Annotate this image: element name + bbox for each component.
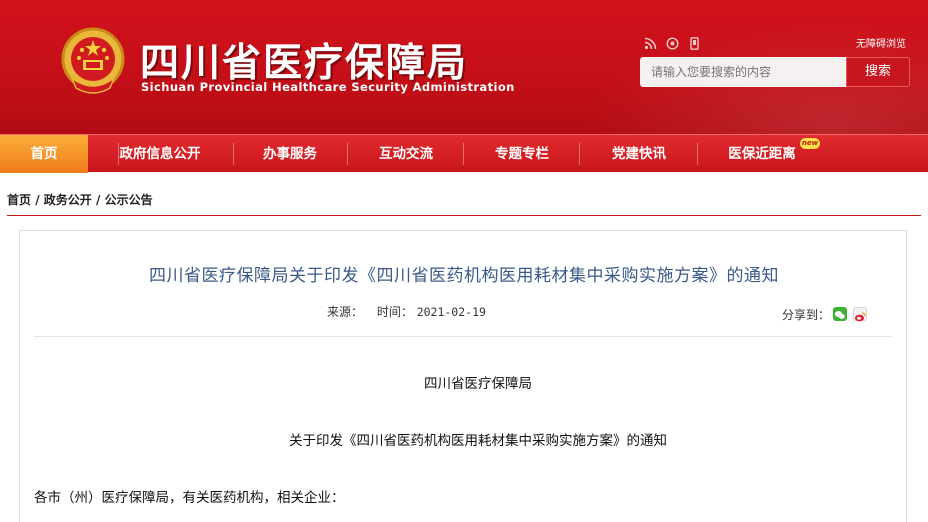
publish-date: 2021-02-19 xyxy=(416,305,486,319)
breadcrumb: 首页 / 政务公开 / 公示公告 xyxy=(7,191,153,208)
accessible-browse-link[interactable]: 无障碍浏览 xyxy=(856,35,906,50)
main-nav: 首页 政府信息公开 办事服务 互动交流 专题专栏 党建快讯 医保近距离 xyxy=(0,134,928,173)
nav-divider xyxy=(347,143,348,165)
source-label: 来源： xyxy=(327,305,364,319)
nav-item-services[interactable]: 办事服务 xyxy=(240,135,340,173)
article-title: 四川省医疗保障局关于印发《四川省医药机构医用耗材集中采购实施方案》的通知 xyxy=(149,266,779,286)
share-label: 分享到： xyxy=(782,308,831,322)
mobile-icon[interactable] xyxy=(688,37,701,50)
article-meta: 来源： 时间： 2021-02-19 xyxy=(327,303,486,320)
nav-item-insurance-close[interactable]: 医保近距离 xyxy=(712,135,812,173)
document-salutation: 各市（州）医疗保障局，有关医药机构，相关企业： xyxy=(34,490,345,506)
nav-divider xyxy=(579,143,580,165)
breadcrumb-divider xyxy=(7,215,921,216)
breadcrumb-separator: / xyxy=(95,193,101,207)
document-subject: 关于印发《四川省医药机构医用耗材集中采购实施方案》的通知 xyxy=(289,433,667,449)
nav-item-party-news[interactable]: 党建快讯 xyxy=(589,135,689,173)
rss-icon[interactable] xyxy=(644,37,657,50)
site-header: 四川省医疗保障局 Sichuan Provincial Healthcare S… xyxy=(0,0,928,134)
new-badge: new xyxy=(800,138,820,149)
time-label: 时间： xyxy=(376,305,413,319)
breadcrumb-announcements[interactable]: 公示公告 xyxy=(105,191,153,208)
nav-divider xyxy=(697,143,698,165)
search-button[interactable]: 搜索 xyxy=(846,57,910,87)
nav-item-gov-info[interactable]: 政府信息公开 xyxy=(108,135,212,173)
article-divider xyxy=(34,336,892,337)
document-org: 四川省医疗保障局 xyxy=(424,376,532,392)
nav-divider xyxy=(463,143,464,165)
nav-item-home[interactable]: 首页 xyxy=(0,135,88,173)
breadcrumb-separator: / xyxy=(35,193,40,207)
search-input[interactable] xyxy=(640,57,846,87)
top-icons xyxy=(644,37,701,50)
national-emblem-icon[interactable] xyxy=(60,26,126,96)
weibo-share-icon[interactable] xyxy=(853,307,867,322)
nav-item-interaction[interactable]: 互动交流 xyxy=(356,135,456,173)
wechat-share-icon[interactable] xyxy=(833,307,847,321)
breadcrumb-home[interactable]: 首页 xyxy=(7,191,31,208)
nav-item-topics[interactable]: 专题专栏 xyxy=(472,135,572,173)
weibo-icon[interactable] xyxy=(666,37,679,50)
breadcrumb-gov-affairs[interactable]: 政务公开 xyxy=(44,191,92,208)
nav-divider xyxy=(233,143,234,165)
site-subtitle: Sichuan Provincial Healthcare Security A… xyxy=(141,80,515,94)
